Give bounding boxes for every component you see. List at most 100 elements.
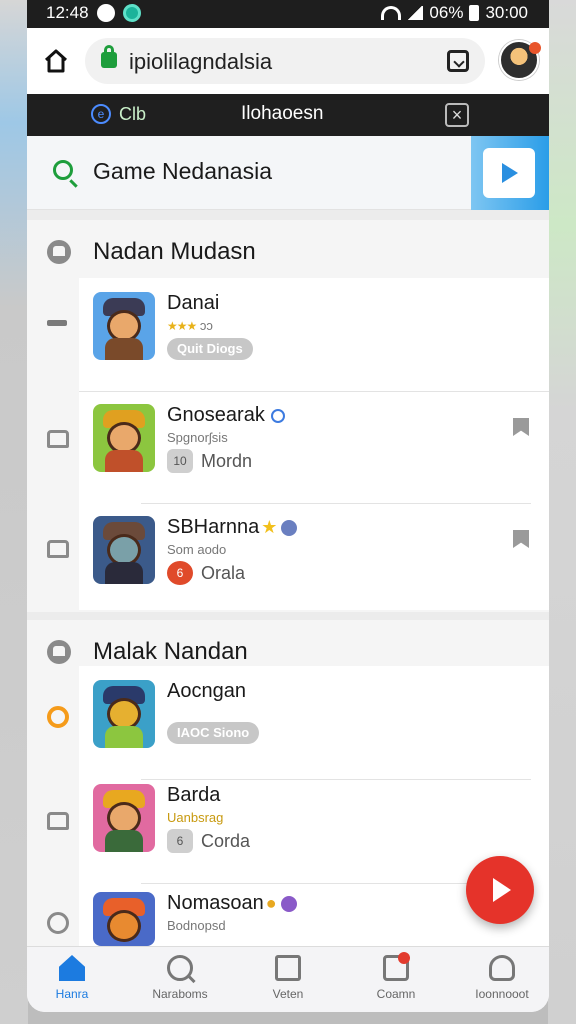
nav-label: Ioonnooot	[475, 987, 529, 1001]
app-thumbnail	[93, 404, 155, 472]
close-icon[interactable]: ×	[445, 103, 469, 127]
bottom-nav: Hanra Naraboms Veten Coamn Ioonnooot	[27, 946, 549, 1012]
background-right	[548, 0, 576, 1024]
nav-item-messages[interactable]: Coamn	[351, 952, 441, 1001]
nav-label: Hanra	[55, 987, 89, 1001]
tab-left-label[interactable]: Clb	[119, 104, 146, 125]
status-time: 12:48	[46, 3, 89, 22]
battery-percent: 06%	[429, 3, 464, 22]
background-left	[0, 0, 28, 1024]
section-title: Nadan Mudasn	[93, 238, 256, 265]
chip-label: Corda	[201, 830, 251, 851]
battery-icon	[469, 5, 480, 21]
list-item[interactable]: Aocngan IAOC Siono	[79, 666, 549, 780]
bookmark-icon[interactable]	[513, 530, 529, 548]
chip-icon: 6	[167, 829, 193, 853]
notification-icon	[96, 4, 115, 22]
section-icon	[47, 240, 71, 264]
search-icon	[167, 955, 193, 981]
app-name: Gnosearak	[167, 404, 285, 427]
app-list: Danai ★★★ ɔɔ Quit Diogs Gnosearak Spgnor…	[79, 278, 549, 610]
chat-icon	[383, 952, 410, 981]
home-icon[interactable]	[43, 48, 69, 74]
browser-e-icon: e	[91, 104, 111, 124]
nav-label: Veten	[272, 987, 304, 1001]
tab-title[interactable]: Ilohaoesn	[241, 103, 323, 125]
app-name: Aocngan	[167, 680, 246, 702]
section-title: Malak Nandan	[93, 638, 248, 665]
app-thumbnail	[93, 680, 155, 748]
avatar-badge	[529, 42, 541, 54]
search-icon	[53, 160, 73, 180]
tab-bar: e Clb Ilohaoesn ×	[27, 94, 549, 136]
search-go-button[interactable]	[471, 136, 549, 210]
app-thumbnail	[93, 892, 155, 946]
wifi-icon	[381, 6, 402, 20]
play-icon[interactable]	[47, 912, 69, 934]
collapse-icon[interactable]	[47, 320, 67, 326]
app-thumbnail	[93, 516, 155, 584]
nav-item-home[interactable]: Hanra	[27, 955, 117, 1001]
tab-switcher-icon[interactable]	[447, 50, 469, 72]
star-icon: ★	[261, 517, 278, 537]
app-subtitle: Som aodo	[167, 542, 227, 557]
app-name: SBHarnna ★	[167, 516, 298, 539]
bookmark-icon[interactable]	[513, 418, 529, 436]
arrow-right-icon	[483, 148, 535, 198]
url-field[interactable]: ipiolilagndalsia	[85, 38, 485, 84]
chip-label: Orala	[201, 562, 246, 583]
home-outline-icon[interactable]	[47, 540, 69, 558]
nav-item-library[interactable]: Veten	[243, 955, 333, 1001]
app-subtitle: Uanbsrag	[167, 810, 224, 825]
app-rating: ★★★ ɔɔ	[167, 318, 213, 333]
status-clock: 30:00	[485, 3, 528, 22]
app-tag[interactable]: IAOC Siono	[167, 722, 260, 744]
nav-label: Naraboms	[152, 987, 208, 1001]
app-name: Nomasoan ●	[167, 892, 297, 915]
divider	[27, 612, 549, 620]
user-icon	[489, 955, 515, 981]
browser-window: 12:48 06% 30:00 ipiolilagndalsia e Clb I…	[27, 0, 549, 1012]
list-item[interactable]: SBHarnna ★ Som aodo 6 Orala	[79, 502, 549, 616]
globe-icon	[281, 519, 298, 536]
address-bar: ipiolilagndalsia	[27, 28, 549, 94]
app-meta: 6 Orala	[167, 560, 245, 586]
badge-icon: ●	[265, 893, 277, 913]
notification-badge	[398, 952, 410, 964]
globe-icon	[280, 895, 297, 912]
app-subtitle: Spgnorʃsis	[167, 430, 228, 445]
nav-label: Coamn	[376, 987, 416, 1001]
app-notification-icon	[122, 4, 141, 22]
app-name: Danai	[167, 292, 220, 314]
play-fab-button[interactable]	[466, 856, 534, 924]
folder-icon[interactable]	[47, 430, 69, 448]
app-thumbnail	[93, 292, 155, 360]
ring-icon[interactable]	[47, 706, 69, 728]
bag-icon	[275, 955, 301, 981]
signal-icon	[407, 6, 424, 20]
app-meta: 10 Mordn	[167, 448, 252, 474]
section-header: Nadan Mudasn	[27, 220, 549, 278]
home-icon	[59, 955, 85, 981]
app-tag[interactable]: Quit Diogs	[167, 338, 253, 360]
chip-icon: 6	[167, 561, 193, 585]
chip-label: Mordn	[201, 450, 253, 471]
list-item[interactable]: Gnosearak Spgnorʃsis 10 Mordn	[79, 390, 549, 504]
folder-icon[interactable]	[47, 812, 69, 830]
lock-icon	[101, 45, 117, 68]
search-bar[interactable]: Game Nedanasia	[27, 136, 549, 210]
app-thumbnail	[93, 784, 155, 852]
verified-icon	[270, 408, 285, 423]
status-bar: 12:48 06% 30:00	[27, 0, 549, 28]
app-meta: 6 Corda	[167, 828, 250, 854]
url-text: ipiolilagndalsia	[129, 49, 273, 74]
search-input[interactable]: Game Nedanasia	[93, 158, 272, 185]
section-icon	[47, 640, 71, 664]
section-1: Nadan Mudasn Danai ★★★ ɔɔ Quit Diogs Gno…	[27, 220, 549, 612]
divider	[27, 210, 549, 220]
nav-item-search[interactable]: Naraboms	[135, 955, 225, 1001]
nav-item-profile[interactable]: Ioonnooot	[457, 955, 547, 1001]
list-item[interactable]: Danai ★★★ ɔɔ Quit Diogs	[79, 278, 549, 392]
app-subtitle: Bodnopsd	[167, 918, 226, 933]
chip-icon: 10	[167, 449, 193, 473]
